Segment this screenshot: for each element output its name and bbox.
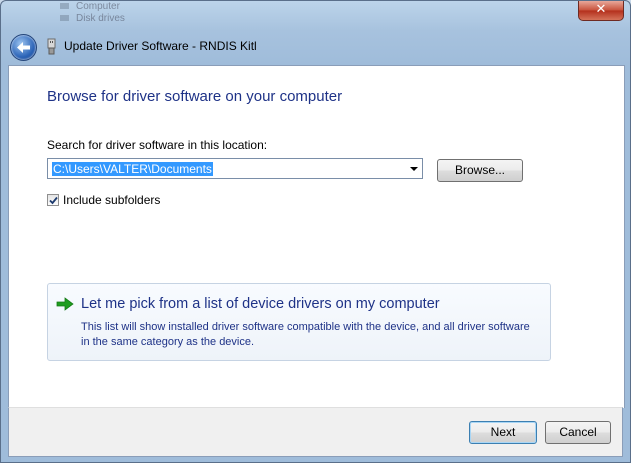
- green-arrow-icon: [56, 297, 74, 311]
- background-item: Disk drives: [76, 13, 125, 24]
- page-heading: Browse for driver software on your compu…: [47, 88, 343, 105]
- content-panel: Browse for driver software on your compu…: [8, 65, 625, 408]
- update-driver-window: Computer Disk drives ✕ Update Driver Sof…: [0, 0, 631, 463]
- search-location-value[interactable]: C:\Users\VALTER\Documents: [52, 162, 213, 176]
- include-subfolders-label[interactable]: Include subfolders: [63, 193, 160, 207]
- next-button[interactable]: Next: [469, 421, 537, 444]
- device-icon: [47, 38, 56, 55]
- dialog-footer: Next Cancel: [8, 407, 623, 457]
- computer-icon: [60, 3, 69, 9]
- close-icon: ✕: [595, 2, 607, 17]
- pick-option-description: This list will show installed driver sof…: [81, 321, 530, 348]
- window-title: Update Driver Software - RNDIS Kitl: [64, 39, 257, 53]
- include-subfolders-checkbox[interactable]: [47, 194, 59, 206]
- background-item: Computer: [76, 1, 120, 12]
- disk-drive-icon: [60, 15, 69, 21]
- dropdown-arrow-icon[interactable]: [410, 167, 418, 171]
- search-location-combobox[interactable]: C:\Users\VALTER\Documents: [47, 158, 423, 179]
- back-arrow-icon: [17, 42, 30, 53]
- pick-option-title[interactable]: Let me pick from a list of device driver…: [81, 296, 440, 312]
- search-location-label: Search for driver software in this locat…: [47, 138, 268, 152]
- cancel-button[interactable]: Cancel: [545, 421, 611, 444]
- pick-from-list-option[interactable]: Let me pick from a list of device driver…: [47, 283, 551, 361]
- back-button[interactable]: [10, 34, 37, 61]
- browse-button[interactable]: Browse...: [437, 159, 523, 182]
- close-button[interactable]: ✕: [578, 1, 624, 21]
- check-icon: [49, 196, 58, 205]
- background-window-fragment: Computer Disk drives: [56, 1, 216, 29]
